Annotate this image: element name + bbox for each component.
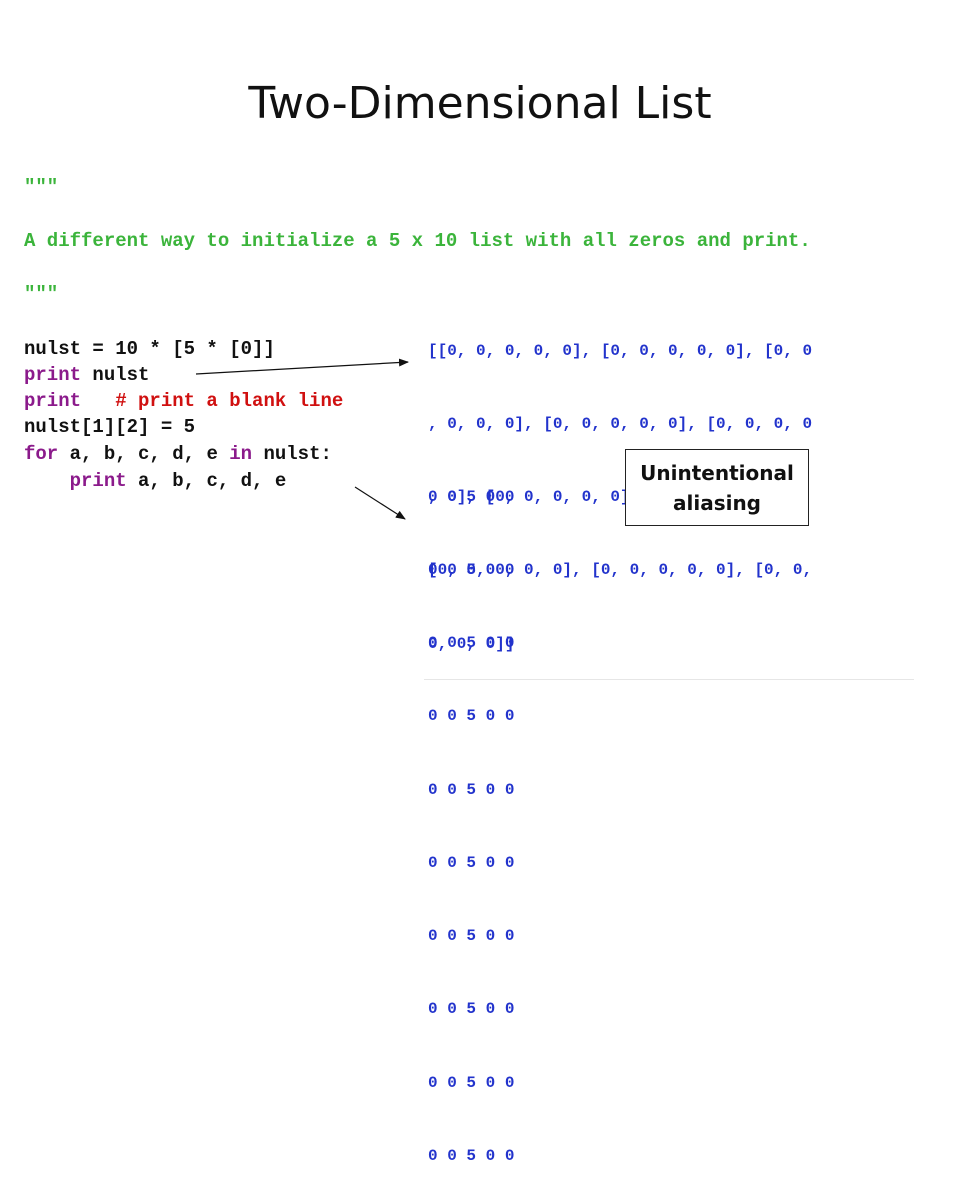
output-row: 0 0 5 0 0	[428, 780, 515, 799]
arrows	[195, 358, 409, 520]
output-row: 0 0 5 0 0	[428, 1073, 515, 1092]
output-row: 0 0 5 0 0	[428, 1146, 515, 1165]
arrow-to-row-output	[354, 486, 406, 520]
arrow-to-list-output	[195, 358, 409, 375]
output-row: 0 0 5 0 0	[428, 1000, 515, 1019]
output-row: 0 0 5 0 0	[428, 927, 515, 946]
output-row: 0 0 5 0 0	[428, 853, 515, 872]
